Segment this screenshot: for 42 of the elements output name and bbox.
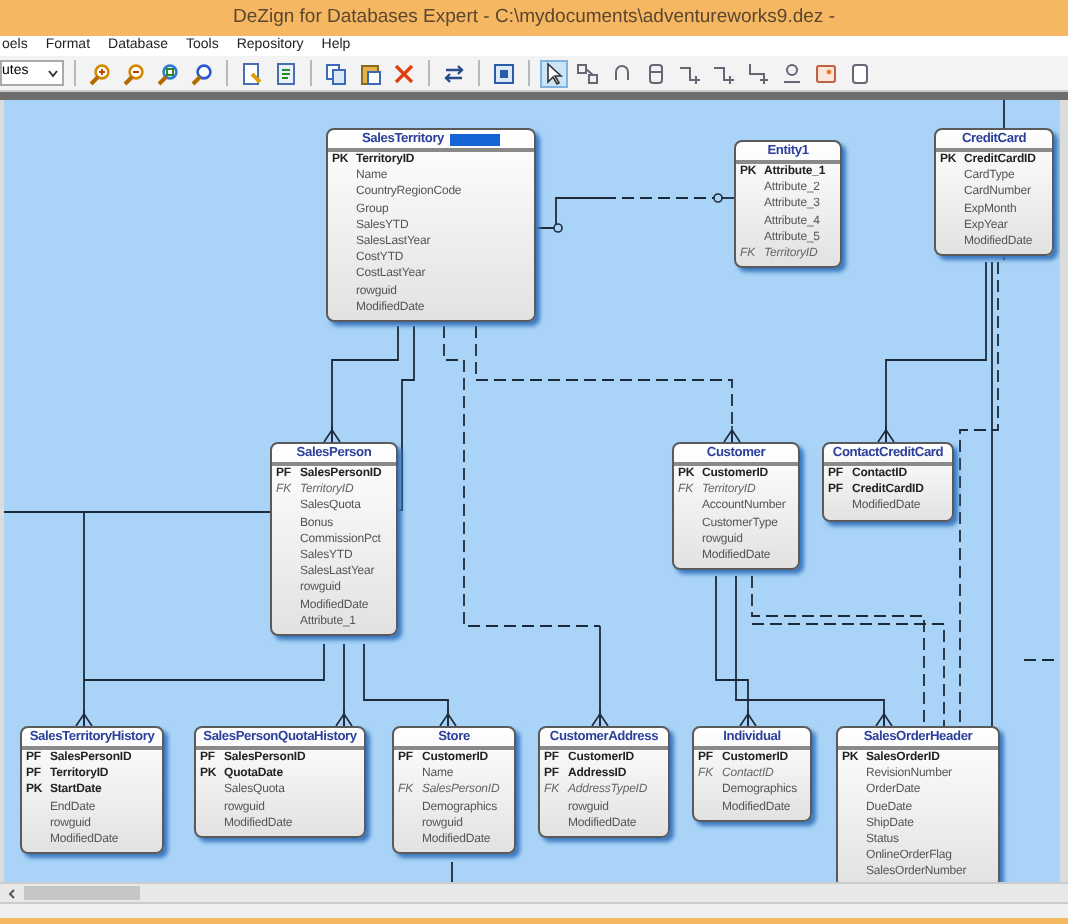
table-icon	[644, 61, 668, 85]
report-tool[interactable]	[272, 59, 300, 87]
search-tool[interactable]	[188, 59, 216, 87]
image-tool[interactable]	[812, 59, 840, 87]
zoom-in-icon	[88, 61, 112, 85]
horizontal-scrollbar[interactable]	[0, 882, 1068, 902]
pointer-tool[interactable]	[540, 59, 568, 87]
loop-icon	[610, 61, 634, 85]
zoom-out-tool[interactable]	[120, 59, 148, 87]
tables-icon	[576, 61, 600, 85]
connector-icon	[746, 61, 770, 85]
swap-arrows-icon	[442, 61, 466, 85]
document-icon	[240, 61, 264, 85]
copy-icon	[324, 61, 348, 85]
copy-tool[interactable]	[322, 59, 350, 87]
delete-icon	[392, 61, 416, 85]
document-tool[interactable]	[238, 59, 266, 87]
pointer-icon	[542, 61, 566, 85]
user-tool[interactable]	[778, 59, 806, 87]
dropdown-caret-icon	[48, 69, 58, 77]
zoom-in-tool[interactable]	[86, 59, 114, 87]
frame-icon	[492, 61, 516, 85]
image-icon	[814, 61, 838, 85]
report-icon	[274, 61, 298, 85]
clipboard-icon	[358, 61, 382, 85]
scrollbar-thumb[interactable]	[24, 886, 140, 900]
connector-icon	[678, 61, 702, 85]
search-icon	[190, 61, 214, 85]
note-tool[interactable]	[846, 59, 874, 87]
connector-icon	[712, 61, 736, 85]
delete-tool[interactable]	[390, 59, 418, 87]
tables-tool[interactable]	[574, 59, 602, 87]
zoom-out-icon	[122, 61, 146, 85]
zoom-fit-tool[interactable]	[154, 59, 182, 87]
connector-tool[interactable]	[744, 59, 772, 87]
zoom-fit-icon	[156, 61, 180, 85]
note-icon	[848, 61, 872, 85]
user-icon	[780, 61, 804, 85]
frame-tool[interactable]	[490, 59, 518, 87]
swap-arrows-tool[interactable]	[440, 59, 468, 87]
window-title: DeZign for Databases Expert - C:\mydocuments\adventureworks9.dez -	[233, 3, 835, 32]
clipboard-tool[interactable]	[356, 59, 384, 87]
